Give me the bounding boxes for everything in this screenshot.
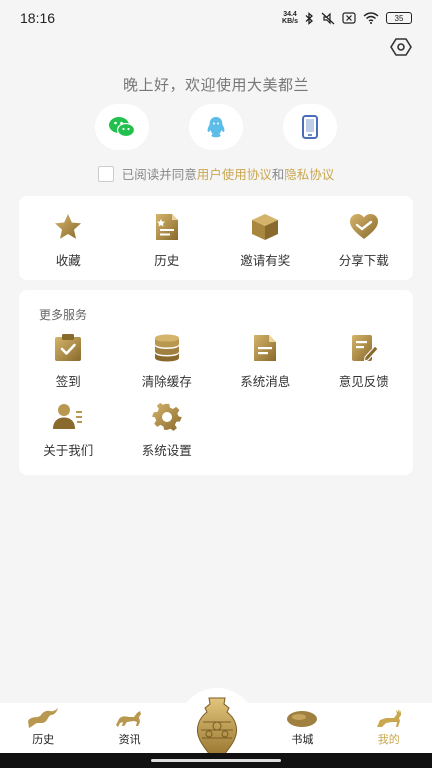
services-row-2: 关于我们 系统设置 bbox=[19, 402, 413, 459]
feedback-label: 意见反馈 bbox=[338, 374, 389, 389]
wechat-icon bbox=[109, 117, 136, 138]
box-icon bbox=[250, 212, 280, 242]
history-button[interactable]: 历史 bbox=[118, 212, 217, 269]
database-icon bbox=[152, 333, 182, 363]
checkin-label: 签到 bbox=[55, 374, 81, 389]
share-download-button[interactable]: 分享下载 bbox=[315, 212, 414, 269]
agreement-checkbox[interactable] bbox=[97, 165, 114, 182]
history-label: 历史 bbox=[154, 253, 180, 268]
document-icon bbox=[152, 212, 182, 242]
login-options bbox=[0, 104, 432, 150]
battery-indicator: 35 bbox=[386, 12, 412, 24]
dragon-icon bbox=[28, 708, 59, 728]
system-messages-button[interactable]: 系统消息 bbox=[216, 333, 315, 390]
privacy-policy-link[interactable]: 隐私协议 bbox=[284, 164, 334, 183]
phone-login-button[interactable] bbox=[283, 104, 337, 150]
stone-icon bbox=[287, 711, 318, 727]
checkin-button[interactable]: 签到 bbox=[19, 333, 118, 390]
horse-icon bbox=[115, 711, 141, 727]
quick-actions-card: 收藏 历史 邀请有奖 分享下载 bbox=[19, 196, 413, 280]
system-settings-label: 系统设置 bbox=[141, 443, 192, 458]
qq-icon bbox=[207, 117, 225, 138]
wifi-icon bbox=[363, 12, 379, 24]
checkin-icon bbox=[53, 333, 83, 363]
about-user-icon bbox=[53, 402, 83, 432]
invite-reward-button[interactable]: 邀请有奖 bbox=[216, 212, 315, 269]
about-us-button[interactable]: 关于我们 bbox=[19, 402, 118, 459]
phone-icon bbox=[302, 115, 318, 139]
gear-icon bbox=[151, 402, 182, 432]
feedback-icon bbox=[349, 333, 379, 363]
agreement-and: 和 bbox=[271, 167, 285, 182]
vase-emblem-icon bbox=[196, 697, 238, 755]
message-doc-icon bbox=[250, 333, 280, 363]
more-services-title: 更多服务 bbox=[39, 308, 88, 322]
greeting-text: 晚上好，欢迎使用大美都兰 bbox=[122, 76, 309, 94]
wechat-login-button[interactable] bbox=[95, 104, 149, 150]
bluetooth-icon bbox=[305, 11, 313, 25]
status-icons: 34.4 KB/s 35 bbox=[282, 11, 412, 25]
tab-news-label: 资讯 bbox=[118, 733, 141, 746]
share-download-label: 分享下载 bbox=[338, 253, 389, 268]
star-icon bbox=[53, 212, 83, 242]
about-us-label: 关于我们 bbox=[43, 443, 94, 458]
clear-cache-label: 清除缓存 bbox=[141, 374, 192, 389]
status-bar: 18:16 34.4 KB/s 35 bbox=[0, 0, 432, 36]
network-speed-value: 34.4 bbox=[283, 11, 297, 18]
settings-button[interactable] bbox=[390, 36, 412, 58]
favorites-label: 收藏 bbox=[55, 253, 81, 268]
tab-bookstore-label: 书城 bbox=[291, 733, 314, 746]
mute-icon bbox=[321, 12, 335, 24]
agreement-prefix: 已阅读并同意 bbox=[121, 167, 197, 182]
services-row-1: 签到 清除缓存 系统消息 意见反馈 bbox=[19, 333, 413, 390]
qq-login-button[interactable] bbox=[189, 104, 243, 150]
network-speed-unit: KB/s bbox=[282, 18, 298, 25]
network-speed: 34.4 KB/s bbox=[282, 11, 298, 25]
tab-history-label: 历史 bbox=[32, 733, 55, 746]
tab-news[interactable]: 资讯 bbox=[95, 707, 165, 747]
system-messages-label: 系统消息 bbox=[240, 374, 291, 389]
status-time: 18:16 bbox=[20, 10, 56, 26]
favorites-button[interactable]: 收藏 bbox=[19, 212, 118, 269]
user-agreement-link[interactable]: 用户使用协议 bbox=[197, 164, 272, 183]
clear-cache-button[interactable]: 清除缓存 bbox=[118, 333, 217, 390]
tab-bookstore[interactable]: 书城 bbox=[267, 707, 337, 747]
system-navigation-bar bbox=[0, 753, 432, 768]
tab-history[interactable]: 历史 bbox=[8, 707, 78, 747]
tab-mine-label: 我的 bbox=[377, 733, 400, 746]
agreement-row: 已阅读并同意 用户使用协议 和 隐私协议 bbox=[0, 164, 432, 183]
hexagon-settings-icon bbox=[390, 38, 412, 56]
feedback-button[interactable]: 意见反馈 bbox=[315, 333, 414, 390]
deer-icon bbox=[376, 709, 401, 727]
more-services-card: 更多服务 签到 清除缓存 系统消息 意见反馈 关于我们 系统设置 bbox=[19, 290, 413, 475]
invite-reward-label: 邀请有奖 bbox=[240, 253, 291, 268]
tab-center-emblem[interactable] bbox=[178, 688, 256, 758]
heart-share-icon bbox=[349, 212, 379, 242]
sim-off-icon bbox=[342, 12, 356, 24]
home-indicator[interactable] bbox=[151, 759, 281, 762]
tab-mine[interactable]: 我的 bbox=[354, 707, 424, 747]
quick-actions-grid: 收藏 历史 邀请有奖 分享下载 bbox=[19, 196, 413, 269]
system-settings-button[interactable]: 系统设置 bbox=[118, 402, 217, 459]
